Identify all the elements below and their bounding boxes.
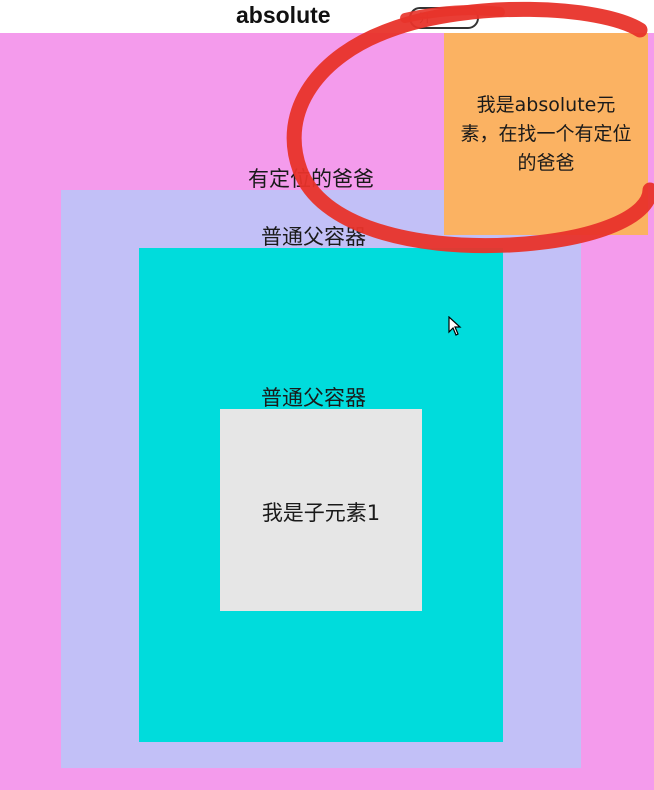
inner-container-label: 普通父容器: [261, 386, 366, 410]
absolute-element-label: 我是absolute元 素，在找一个有定位 的爸爸: [444, 91, 648, 178]
absolute-element-box: 我是absolute元 素，在找一个有定位 的爸爸: [444, 33, 648, 235]
absolute-element-line-1: 我是absolute元: [476, 94, 616, 116]
toggle-switch[interactable]: 开: [409, 7, 479, 29]
title-bar: absolute 开: [0, 0, 654, 33]
page: absolute 开 有定位的爸爸 普通父容器 普通父容器 我是子元素1 我是a…: [0, 0, 654, 790]
absolute-element-line-3: 的爸爸: [517, 152, 575, 174]
child-element-label: 我是子元素1: [261, 501, 381, 525]
page-title: absolute: [236, 2, 331, 28]
child-element-box: 我是子元素1: [220, 409, 422, 611]
mouse-cursor-icon: [448, 316, 462, 336]
positioned-parent-label: 有定位的爸爸: [248, 167, 374, 191]
absolute-element-line-2: 素，在找一个有定位: [460, 123, 632, 145]
outer-container-label: 普通父容器: [261, 225, 366, 249]
